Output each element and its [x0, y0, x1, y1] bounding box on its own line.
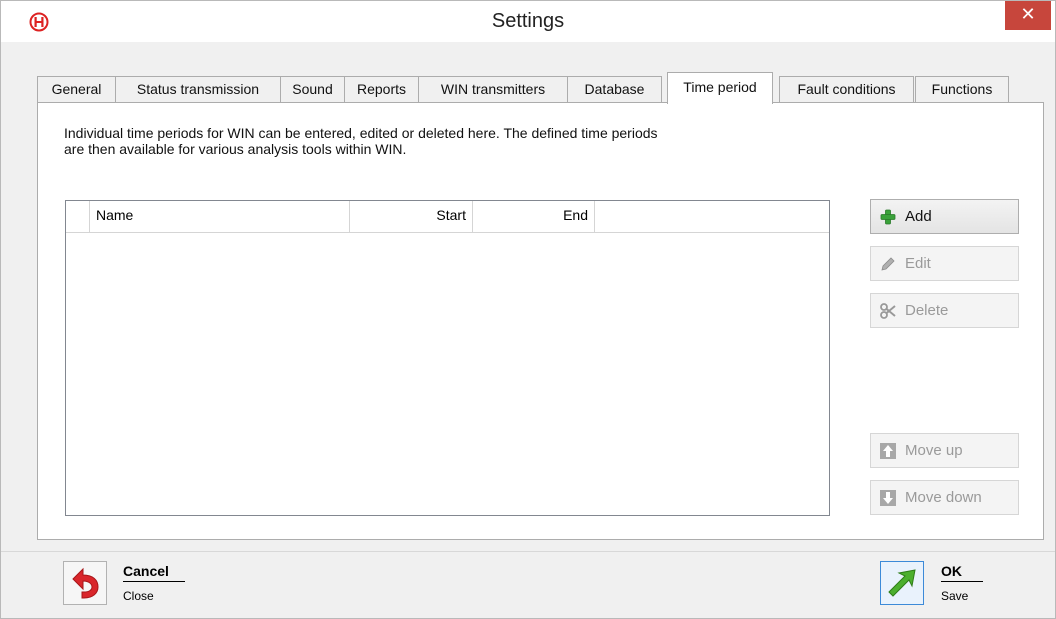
grid-header: Name Start End: [66, 201, 829, 233]
tab-fault-conditions[interactable]: Fault conditions: [779, 76, 914, 103]
tab-time-period[interactable]: Time period: [667, 72, 773, 104]
time-period-panel: Individual time periods for WIN can be e…: [37, 102, 1044, 540]
column-header-start[interactable]: Start: [350, 201, 473, 232]
cancel-underline: [123, 581, 185, 582]
move-up-label: Move up: [905, 442, 963, 459]
edit-label: Edit: [905, 255, 931, 272]
ok-underline: [941, 581, 983, 582]
tab-general[interactable]: General: [37, 76, 116, 103]
move-up-button[interactable]: Move up: [870, 433, 1019, 468]
description-text: Individual time periods for WIN can be e…: [64, 125, 824, 157]
close-button[interactable]: ✕: [1005, 1, 1051, 30]
cancel-title[interactable]: Cancel: [123, 563, 169, 579]
plus-icon: [880, 209, 896, 225]
settings-window: Settings ✕ General Status transmission S…: [0, 0, 1056, 619]
tab-status-transmission[interactable]: Status transmission: [115, 76, 281, 103]
ok-subtitle: Save: [941, 589, 969, 603]
arrow-down-icon: [880, 490, 896, 506]
tab-database[interactable]: Database: [567, 76, 662, 103]
arrow-up-icon: [880, 443, 896, 459]
add-label: Add: [905, 208, 932, 225]
description-line-2: are then available for various analysis …: [64, 141, 407, 157]
time-period-grid[interactable]: Name Start End: [65, 200, 830, 516]
undo-arrow-icon: [72, 567, 99, 599]
pencil-icon: [881, 257, 895, 271]
diagonal-arrow-icon: [888, 569, 916, 597]
tab-reports[interactable]: Reports: [344, 76, 419, 103]
move-down-button[interactable]: Move down: [870, 480, 1019, 515]
delete-label: Delete: [905, 302, 949, 319]
scissors-icon: [880, 303, 896, 319]
close-icon: ✕: [1020, 4, 1036, 24]
tab-functions[interactable]: Functions: [915, 76, 1009, 103]
move-down-label: Move down: [905, 489, 982, 506]
ok-title[interactable]: OK: [941, 563, 962, 579]
tab-win-transmitters[interactable]: WIN transmitters: [418, 76, 568, 103]
column-header-name[interactable]: Name: [66, 201, 350, 232]
description-line-1: Individual time periods for WIN can be e…: [64, 125, 658, 141]
window-title: Settings: [491, 10, 565, 32]
title-bar: Settings ✕: [1, 1, 1055, 42]
ok-button[interactable]: [880, 561, 924, 605]
tab-sound[interactable]: Sound: [280, 76, 345, 103]
cancel-subtitle: Close: [123, 589, 154, 603]
column-header-end[interactable]: End: [473, 201, 595, 232]
edit-button[interactable]: Edit: [870, 246, 1019, 281]
add-button[interactable]: Add: [870, 199, 1019, 234]
cancel-button[interactable]: [63, 561, 107, 605]
delete-button[interactable]: Delete: [870, 293, 1019, 328]
footer-divider: [1, 551, 1055, 552]
